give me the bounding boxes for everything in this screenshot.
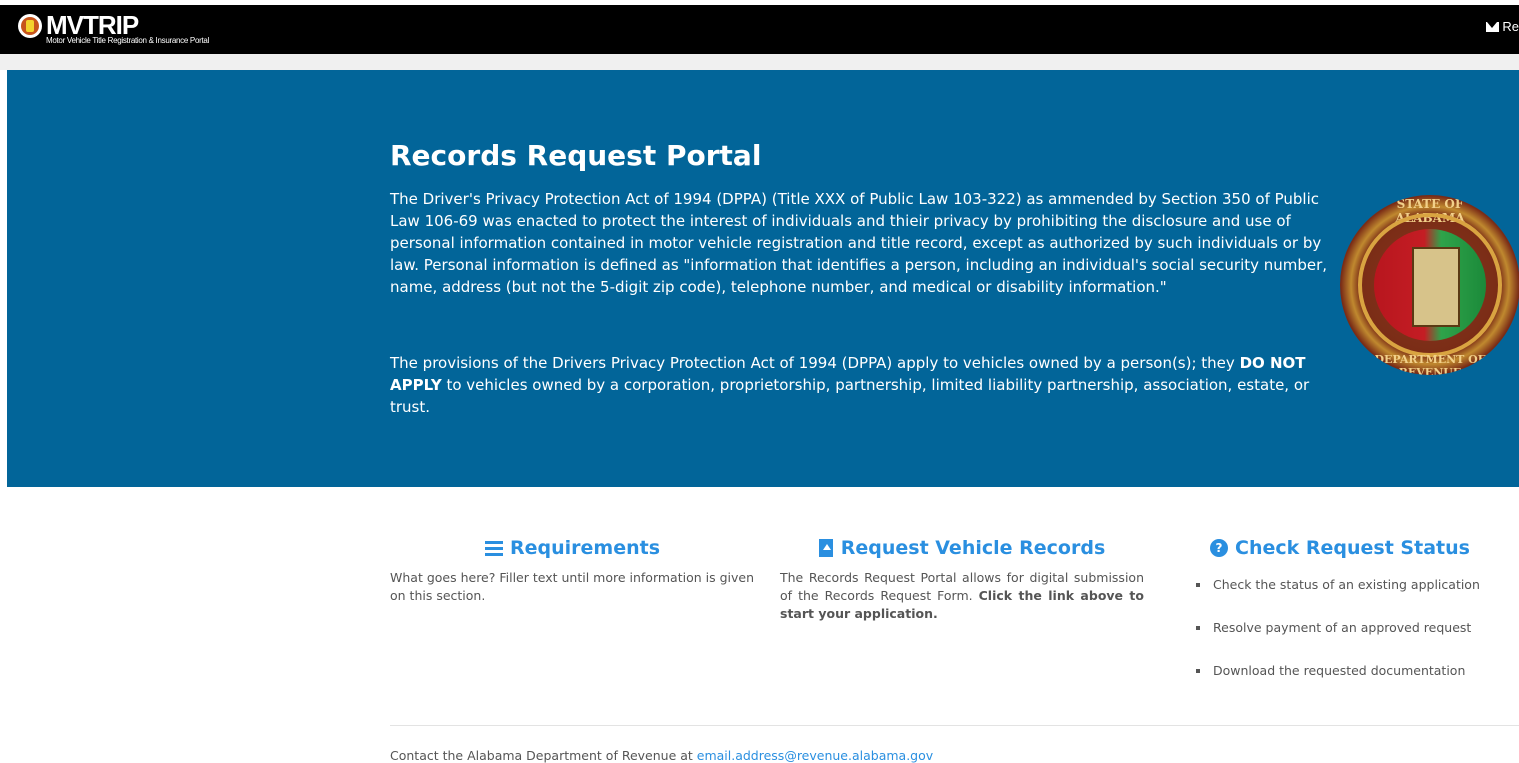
alabama-map-icon bbox=[1412, 247, 1460, 327]
footer-divider bbox=[390, 725, 1519, 726]
brand-logo[interactable]: MVTRIP Motor Vehicle Title Registration … bbox=[18, 12, 209, 45]
brand-text: MVTRIP Motor Vehicle Title Registration … bbox=[46, 12, 209, 45]
request-records-section: Request Vehicle Records The Records Requ… bbox=[780, 537, 1144, 623]
request-vehicle-records-link[interactable]: Request Vehicle Records bbox=[780, 537, 1144, 559]
requirements-text: What goes here? Filler text until more i… bbox=[390, 570, 755, 603]
request-records-text: The Records Request Portal allows for di… bbox=[780, 569, 1144, 623]
check-status-title: Check Request Status bbox=[1235, 537, 1470, 559]
top-navbar: MVTRIP Motor Vehicle Title Registration … bbox=[0, 0, 1519, 54]
list-item: Check the status of an existing applicat… bbox=[1190, 577, 1490, 620]
requirements-title: Requirements bbox=[509, 537, 660, 559]
dppa-paragraph: The Driver's Privacy Protection Act of 1… bbox=[390, 190, 1328, 296]
requirements-section: Requirements What goes here? Filler text… bbox=[390, 537, 755, 605]
envelope-icon bbox=[1486, 21, 1500, 32]
requirements-link[interactable]: Requirements bbox=[390, 537, 755, 559]
top-nav-link-label: Re bbox=[1502, 19, 1519, 34]
check-status-section: ? Check Request Status Check the status … bbox=[1190, 537, 1490, 706]
file-upload-icon bbox=[818, 539, 833, 557]
dppa-applicability-paragraph: The provisions of the Drivers Privacy Pr… bbox=[390, 352, 1334, 418]
top-strip bbox=[0, 0, 1519, 5]
seal-icon bbox=[18, 14, 42, 38]
request-records-title: Request Vehicle Records bbox=[840, 537, 1106, 559]
seal-text-bottom: DEPARTMENT OF REVENUE bbox=[1374, 353, 1486, 375]
list-icon bbox=[484, 540, 503, 556]
seal-center bbox=[1374, 229, 1486, 341]
contact-email-link[interactable]: email.address@revenue.alabama.gov bbox=[697, 748, 933, 763]
navbar-spacer bbox=[0, 54, 1519, 70]
question-circle-icon: ? bbox=[1210, 539, 1229, 557]
check-request-status-link[interactable]: ? Check Request Status bbox=[1190, 537, 1490, 559]
department-seal-image: STATE OF ALABAMA DEPARTMENT OF REVENUE bbox=[1340, 195, 1519, 375]
brand-name: MVTRIP bbox=[46, 10, 139, 40]
footer-contact: Contact the Alabama Department of Revenu… bbox=[390, 748, 933, 763]
status-feature-list: Check the status of an existing applicat… bbox=[1190, 577, 1490, 706]
applicability-text-end: to vehicles owned by a corporation, prop… bbox=[390, 376, 1310, 416]
list-item: Download the requested documentation bbox=[1190, 663, 1490, 706]
top-nav-link[interactable]: Re bbox=[1486, 19, 1519, 34]
page-title: Records Request Portal bbox=[390, 139, 762, 172]
list-item: Resolve payment of an approved request bbox=[1190, 620, 1490, 663]
footer-text: Contact the Alabama Department of Revenu… bbox=[390, 748, 697, 763]
applicability-text: The provisions of the Drivers Privacy Pr… bbox=[390, 354, 1240, 372]
brand-subtitle: Motor Vehicle Title Registration & Insur… bbox=[46, 36, 210, 45]
